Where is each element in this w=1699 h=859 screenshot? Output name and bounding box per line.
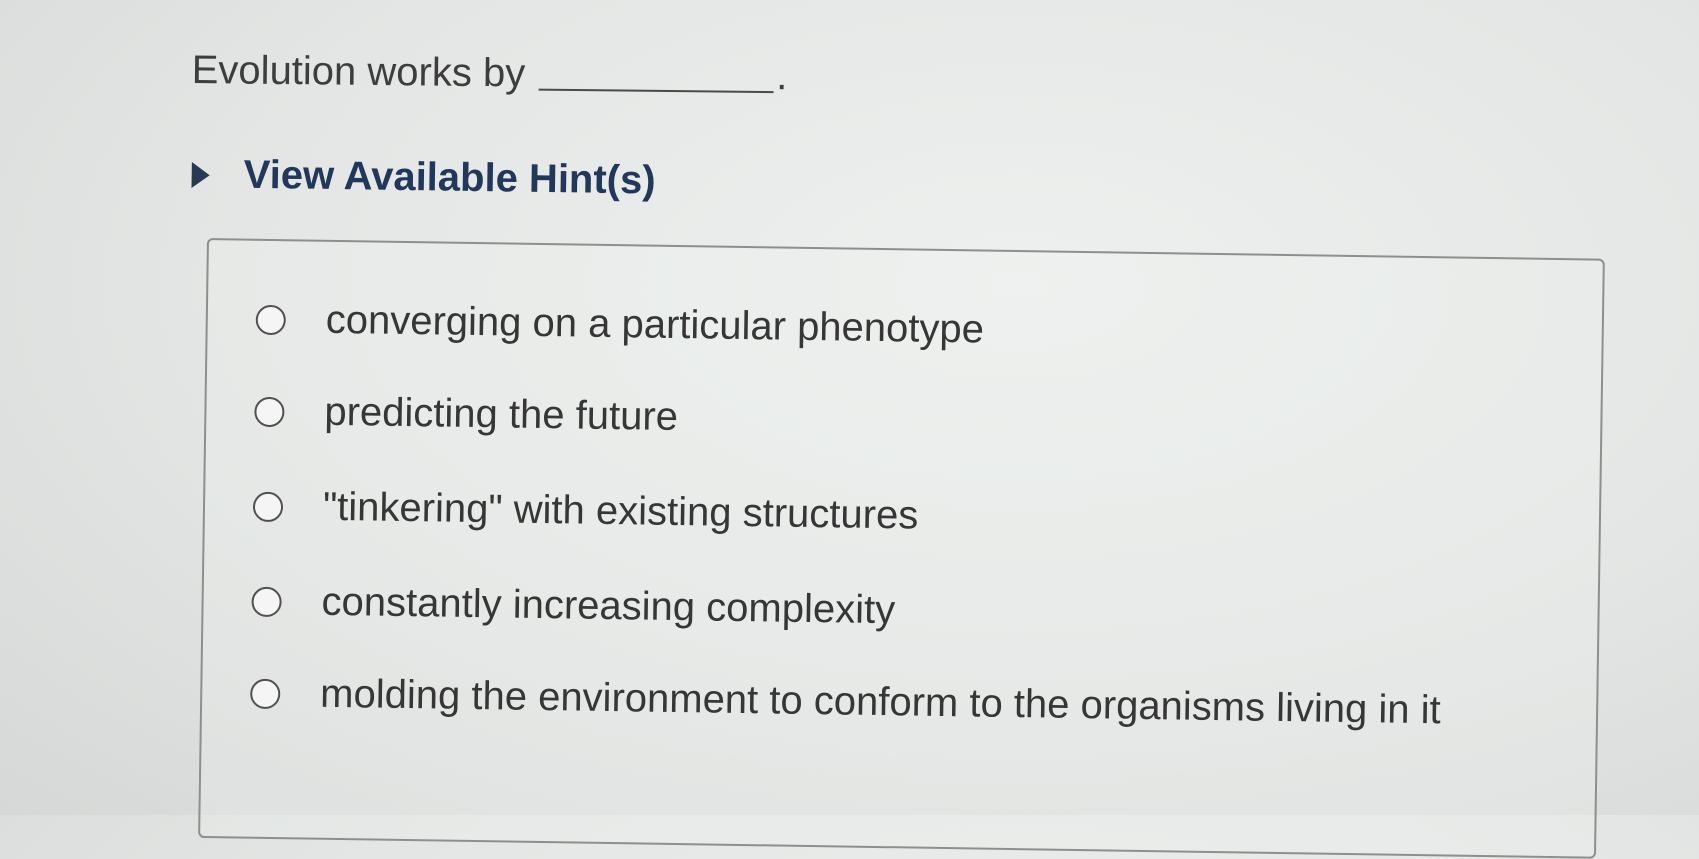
- view-hints-toggle[interactable]: View Available Hint(s): [191, 152, 656, 203]
- answer-option-label: constantly increasing complexity: [321, 579, 896, 633]
- answer-option[interactable]: "tinkering" with existing structures: [252, 484, 919, 539]
- question-prompt: Evolution works by .: [192, 48, 788, 99]
- answer-option-label: "tinkering" with existing structures: [322, 484, 919, 538]
- answer-option[interactable]: converging on a particular phenotype: [255, 297, 984, 353]
- question-page: Evolution works by . View Available Hint…: [0, 0, 1699, 859]
- view-hints-label: View Available Hint(s): [243, 152, 656, 203]
- radio-button[interactable]: [251, 586, 282, 617]
- answer-options-box: converging on a particular phenotype pre…: [198, 238, 1605, 859]
- caret-right-icon: [191, 161, 210, 188]
- answer-option-label: molding the environment to conform to th…: [319, 671, 1442, 733]
- answer-option[interactable]: constantly increasing complexity: [251, 579, 895, 634]
- answer-option-label: converging on a particular phenotype: [325, 297, 985, 352]
- radio-button[interactable]: [254, 396, 285, 427]
- answer-blank: [539, 88, 775, 94]
- question-text: Evolution works by: [191, 48, 526, 96]
- question-period: .: [775, 54, 788, 99]
- answer-option[interactable]: molding the environment to conform to th…: [250, 671, 1441, 734]
- radio-button[interactable]: [255, 304, 287, 335]
- radio-button[interactable]: [252, 491, 284, 522]
- radio-button[interactable]: [250, 678, 281, 709]
- answer-option[interactable]: predicting the future: [254, 389, 678, 440]
- answer-option-label: predicting the future: [324, 389, 679, 440]
